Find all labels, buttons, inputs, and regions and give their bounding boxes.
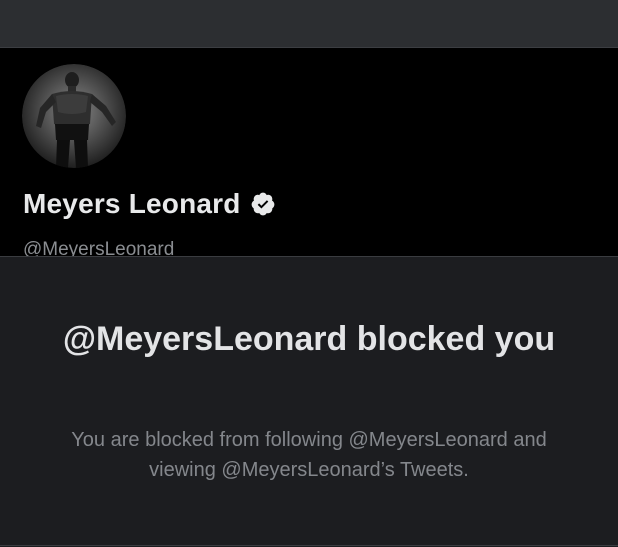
verified-badge-icon [250, 191, 276, 217]
profile-header: Meyers Leonard @MeyersLeonard [0, 48, 618, 260]
display-name: Meyers Leonard [23, 188, 241, 219]
profile-banner [0, 0, 618, 48]
avatar[interactable] [18, 60, 130, 172]
bottom-divider [0, 545, 618, 546]
blocked-title: @MeyersLeonard blocked you [62, 320, 556, 358]
blocked-message: You are blocked from following @MeyersLe… [71, 429, 547, 481]
avatar-photo [22, 64, 126, 168]
display-name-row: Meyers Leonard [23, 188, 276, 220]
blocked-notice: @MeyersLeonard blocked you You are block… [0, 257, 618, 545]
